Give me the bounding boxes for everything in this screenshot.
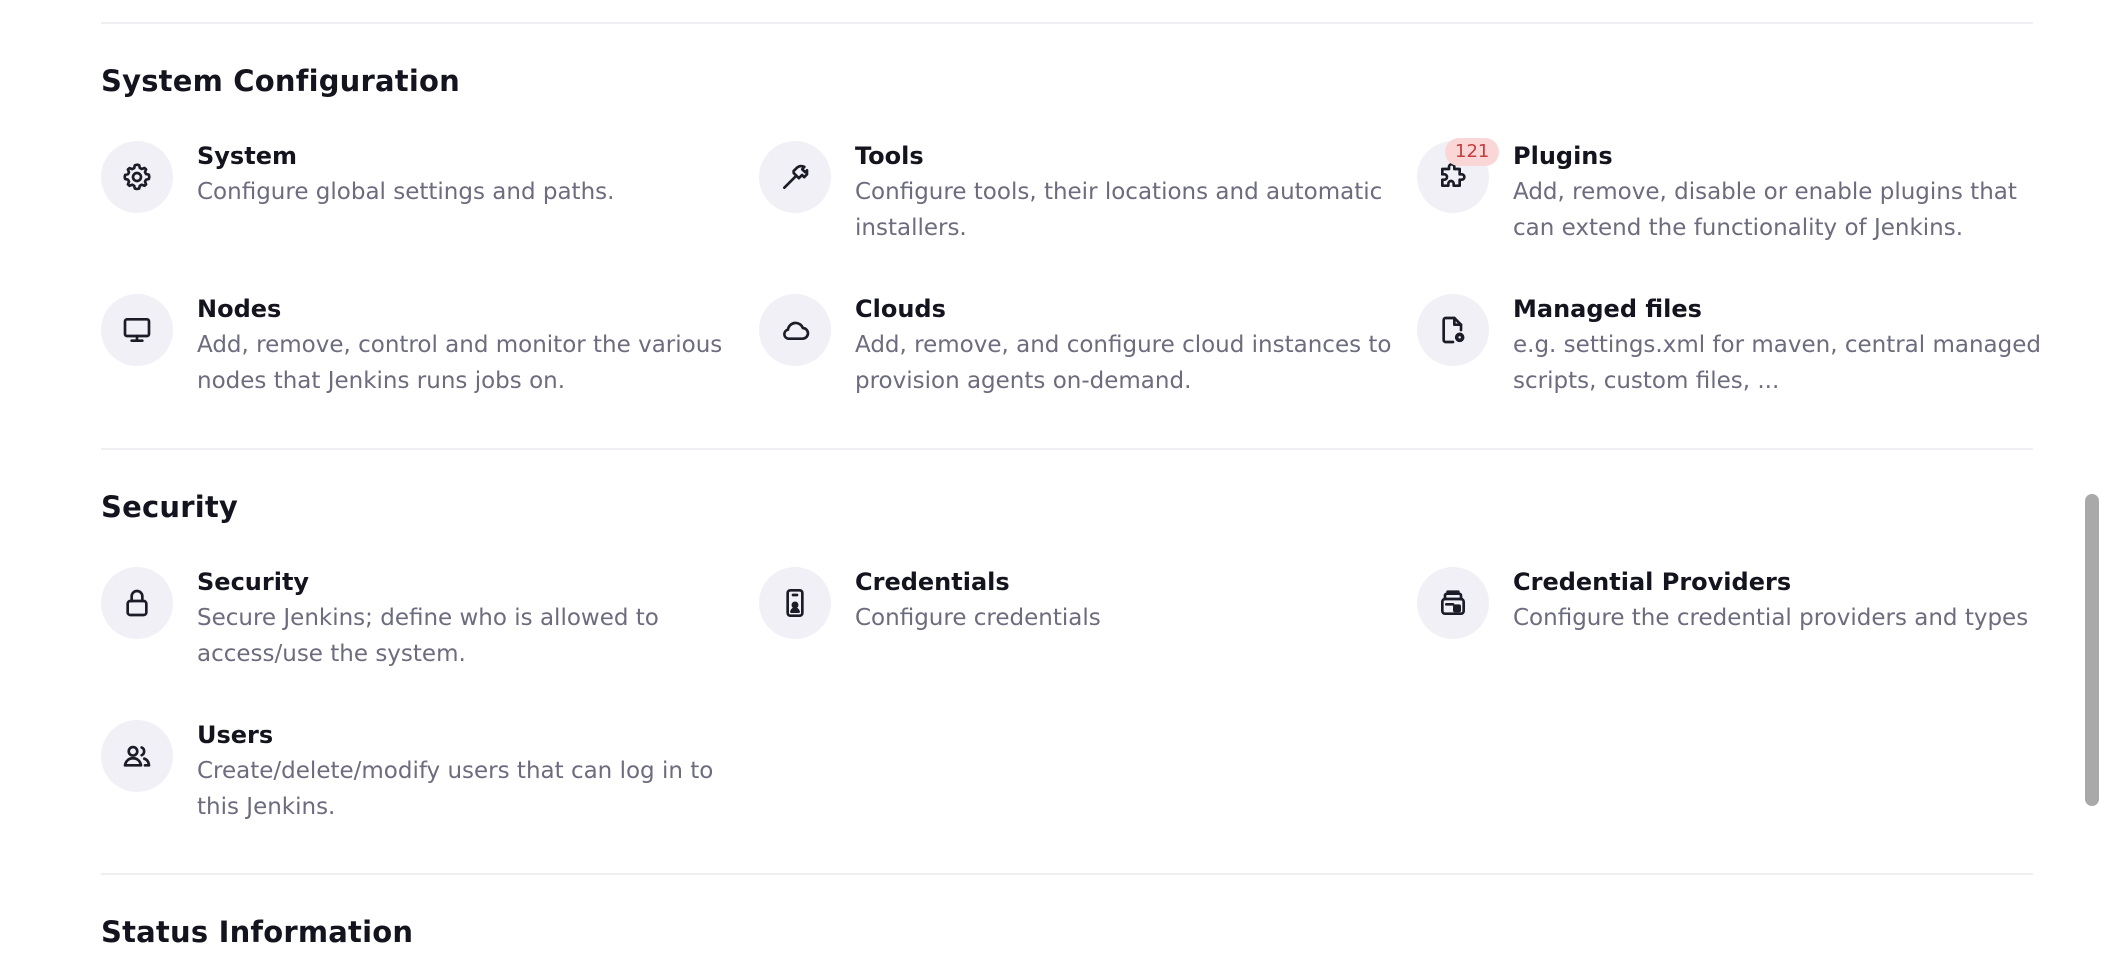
tile-credentials[interactable]: Credentials Configure credentials [759, 567, 1399, 687]
tile-description: Create/delete/modify users that can log … [197, 758, 714, 820]
tile-title: Security [197, 568, 310, 596]
section-title-status-information: Status Information [101, 915, 414, 949]
tile-description: Add, remove, disable or enable plugins t… [1513, 179, 2017, 241]
tile-tools[interactable]: Tools Configure tools, their locations a… [759, 141, 1399, 261]
vertical-scrollbar[interactable] [2080, 0, 2102, 968]
tile-text: Tools Configure tools, their locations a… [855, 141, 1415, 246]
tile-title: System [197, 142, 297, 170]
tile-description: Configure tools, their locations and aut… [855, 179, 1383, 241]
tile-nodes[interactable]: Nodes Add, remove, control and monitor t… [101, 294, 741, 414]
file-settings-icon [1417, 294, 1489, 366]
scrollbar-thumb[interactable] [2085, 494, 2099, 806]
tile-text: Clouds Add, remove, and configure cloud … [855, 294, 1415, 399]
tile-description: Configure the credential providers and t… [1513, 605, 2029, 631]
tile-description: Add, remove, and configure cloud instanc… [855, 332, 1392, 394]
hammer-icon [759, 141, 831, 213]
monitor-icon [101, 294, 173, 366]
section-title-security: Security [101, 490, 238, 524]
credential-card-icon [759, 567, 831, 639]
tile-text: Managed files e.g. settings.xml for mave… [1513, 294, 2073, 399]
tile-system[interactable]: System Configure global settings and pat… [101, 141, 741, 261]
cloud-icon [759, 294, 831, 366]
gear-icon [101, 141, 173, 213]
tile-text: Nodes Add, remove, control and monitor t… [197, 294, 757, 399]
section-title-system-configuration: System Configuration [101, 64, 460, 98]
tile-text: Plugins Add, remove, disable or enable p… [1513, 141, 2073, 246]
tile-description: Secure Jenkins; define who is allowed to… [197, 605, 659, 667]
tile-managed-files[interactable]: Managed files e.g. settings.xml for mave… [1417, 294, 2041, 414]
tile-title: Clouds [855, 295, 946, 323]
plugin-updates-badge: 121 [1445, 138, 1500, 166]
tile-text: Security Secure Jenkins; define who is a… [197, 567, 757, 672]
tile-description: Configure global settings and paths. [197, 179, 615, 205]
tile-title: Users [197, 721, 274, 749]
section-divider [101, 448, 2033, 450]
tile-title: Managed files [1513, 295, 1702, 323]
section-divider [101, 22, 2033, 24]
users-icon [101, 720, 173, 792]
tile-security[interactable]: Security Secure Jenkins; define who is a… [101, 567, 741, 687]
tile-clouds[interactable]: Clouds Add, remove, and configure cloud … [759, 294, 1399, 414]
tile-description: Add, remove, control and monitor the var… [197, 332, 723, 394]
tile-text: Credentials Configure credentials [855, 567, 1415, 636]
tile-plugins[interactable]: 121 Plugins Add, remove, disable or enab… [1417, 138, 2037, 261]
tile-text: Credential Providers Configure the crede… [1513, 567, 2073, 636]
tile-text: System Configure global settings and pat… [197, 141, 757, 210]
manage-jenkins-page: System Configuration System Configure gl… [0, 0, 2102, 968]
section-divider [101, 873, 2033, 875]
tile-title: Plugins [1513, 142, 1613, 170]
tile-title: Tools [855, 142, 924, 170]
tile-title: Nodes [197, 295, 282, 323]
tile-description: e.g. settings.xml for maven, central man… [1513, 332, 2041, 394]
tile-description: Configure credentials [855, 605, 1101, 631]
tile-users[interactable]: Users Create/delete/modify users that ca… [101, 720, 741, 840]
lock-icon [101, 567, 173, 639]
tile-text: Users Create/delete/modify users that ca… [197, 720, 757, 825]
credential-providers-icon [1417, 567, 1489, 639]
tile-title: Credentials [855, 568, 1010, 596]
tile-credential-providers[interactable]: Credential Providers Configure the crede… [1417, 567, 2037, 687]
tile-title: Credential Providers [1513, 568, 1792, 596]
